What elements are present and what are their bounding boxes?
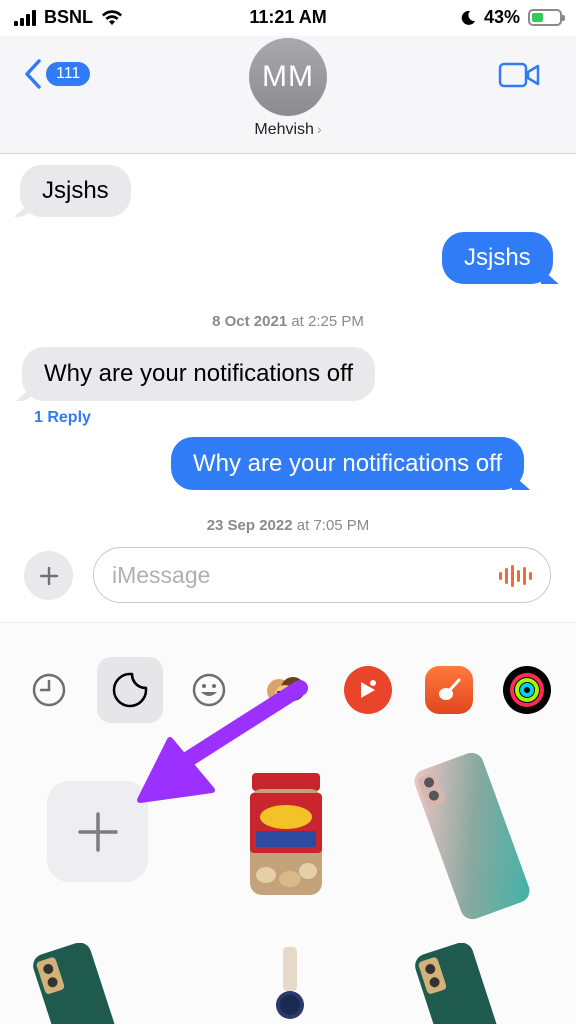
message-text: Jsjshs (42, 177, 109, 204)
recents-app[interactable] (16, 657, 82, 723)
fitness-app[interactable] (494, 657, 560, 723)
sticker-phone-case-green[interactable] (28, 943, 118, 1024)
battery-percent: 43% (483, 7, 520, 27)
message-text: Why are your notifications off (44, 360, 354, 387)
message-input[interactable] (112, 556, 492, 594)
timestamp: 23 Sep 2022 at 7:05 PM (0, 517, 576, 534)
moon-icon (461, 10, 475, 25)
contact-name: Mehvish (254, 121, 314, 138)
sticker-snack-jar[interactable] (246, 771, 326, 899)
message-input-container (93, 547, 551, 603)
youtube-music-app[interactable] (335, 657, 401, 723)
video-call-button[interactable] (498, 62, 540, 93)
fitness-icon (503, 666, 551, 714)
timestamp-date: 23 Sep 2022 (206, 517, 293, 534)
app-strip (0, 657, 576, 723)
garageband-app[interactable] (416, 657, 482, 723)
battery-icon (528, 9, 565, 26)
message-sent[interactable]: Why are your notifications off (171, 437, 525, 490)
timestamp-date: 8 Oct 2021 (212, 313, 288, 330)
timestamp-time: at 7:05 PM (296, 517, 370, 534)
timestamp: 8 Oct 2021 at 2:25 PM (0, 313, 576, 330)
message-sent[interactable]: Jsjshs (442, 232, 553, 284)
stickers-app[interactable] (97, 657, 163, 723)
back-button[interactable]: 111 (24, 58, 91, 90)
contact-name-button[interactable]: Mehvish › (0, 121, 576, 139)
audio-message-icon[interactable] (499, 564, 532, 588)
status-bar: BSNL 11:21 AM 43% (0, 0, 576, 36)
plus-icon (39, 566, 58, 585)
unread-count-badge: 111 (46, 62, 91, 86)
video-camera-icon (498, 62, 540, 88)
chevron-left-icon (25, 59, 41, 89)
message-text: Jsjshs (464, 244, 531, 271)
garageband-icon (425, 666, 473, 714)
apps-button[interactable] (24, 551, 73, 600)
sticker-smartwatch[interactable] (270, 947, 310, 1024)
message-received[interactable]: Jsjshs (20, 165, 131, 217)
timestamp-time: at 2:25 PM (291, 313, 364, 330)
chevron-right-icon: › (316, 121, 322, 137)
memoji-icon (267, 677, 305, 705)
message-text: Why are your notifications off (193, 449, 503, 477)
add-sticker-button[interactable] (47, 781, 148, 882)
message-received[interactable]: Why are your notifications off (22, 347, 376, 401)
app-drawer (0, 622, 576, 1024)
battery-fill (532, 13, 544, 22)
youtube-music-icon (344, 666, 392, 714)
sticker-phone-case-green-2[interactable] (410, 943, 500, 1024)
emoji-app[interactable] (176, 657, 242, 723)
memoji-app[interactable] (253, 657, 319, 723)
recents-icon (32, 673, 66, 707)
avatar[interactable]: MM (249, 38, 327, 116)
sticker-phone-case-gradient[interactable] (410, 751, 534, 921)
plus-icon (77, 811, 118, 852)
conversation-header: 111 MM Mehvish › (0, 36, 576, 154)
stickers-icon (112, 672, 148, 708)
emoji-icon (192, 673, 226, 707)
status-right: 43% (460, 7, 565, 28)
reply-link[interactable]: 1 Reply (34, 409, 91, 427)
